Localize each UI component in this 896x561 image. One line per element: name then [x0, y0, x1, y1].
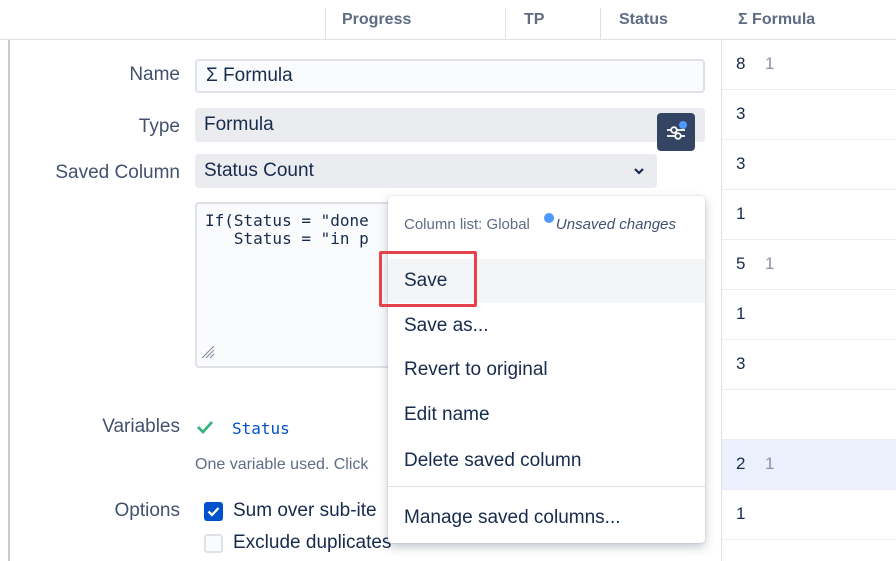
saved-column-label: Saved Column [55, 162, 180, 183]
column-divider [325, 8, 326, 40]
table-row[interactable]: 1 [722, 290, 896, 340]
table-row[interactable] [722, 390, 896, 440]
table-row[interactable]: 3 [722, 90, 896, 140]
options-label-wrap: Options [10, 500, 180, 530]
column-list-scope: Column list: Global [404, 216, 530, 233]
formula-editor[interactable]: If(Status = "done Status = "in p [195, 202, 405, 368]
cell-value: 3 [736, 354, 746, 373]
saved-column-value: Status Count [204, 160, 314, 181]
options-label: Options [114, 500, 180, 521]
checkbox-checked[interactable] [204, 502, 223, 521]
chevron-down-icon [633, 154, 645, 201]
type-select[interactable]: Formula [195, 108, 705, 142]
option-sum-label: Sum over sub-ite [233, 500, 377, 521]
column-divider [600, 8, 601, 40]
unsaved-dot-icon [543, 213, 554, 223]
checkbox-unchecked[interactable] [204, 534, 223, 553]
type-label: Type [138, 116, 180, 137]
type-label-wrap: Type [10, 116, 180, 146]
menu-item-edit-name[interactable]: Edit name [388, 393, 705, 437]
saved-column-menu: Column list: Global Unsaved changes Save … [388, 196, 705, 543]
option-exclude-label: Exclude duplicates [233, 532, 392, 553]
table-row[interactable]: 1 [722, 490, 896, 540]
cell-subvalue: 1 [765, 454, 775, 473]
menu-divider [388, 486, 705, 487]
column-divider [505, 8, 506, 40]
variables-label-wrap: Variables [10, 416, 180, 446]
table-row[interactable]: 81 [722, 40, 896, 90]
unsaved-changes-text: Unsaved changes [555, 216, 676, 233]
menu-item-delete[interactable]: Delete saved column [388, 439, 705, 483]
variable-link-status[interactable]: Status [232, 419, 290, 438]
variables-label: Variables [102, 416, 180, 437]
column-header-progress[interactable]: Progress [342, 0, 411, 31]
formula-column: 81 3 3 1 51 1 3 21 1 [721, 40, 896, 561]
type-value: Formula [204, 114, 274, 135]
name-input[interactable]: Σ Formula [195, 59, 705, 93]
saved-column-select[interactable]: Status Count [195, 154, 657, 188]
saved-column-settings-button[interactable] [657, 113, 695, 151]
table-row[interactable]: 3 [722, 340, 896, 390]
table-row[interactable]: 51 [722, 240, 896, 290]
column-header-status[interactable]: Status [619, 0, 668, 31]
cell-value: 1 [736, 204, 746, 223]
resize-handle-icon[interactable] [200, 344, 216, 365]
column-header-tp[interactable]: TP [524, 0, 544, 31]
cell-value: 3 [736, 104, 746, 123]
check-icon [195, 417, 215, 443]
cell-value: 2 [736, 454, 746, 473]
cell-value: 1 [736, 504, 746, 523]
cell-value: 3 [736, 154, 746, 173]
menu-item-revert[interactable]: Revert to original [388, 348, 705, 392]
name-label: Name [129, 64, 180, 85]
table-row[interactable]: 1 [722, 190, 896, 240]
cell-subvalue: 1 [765, 54, 775, 73]
cell-value: 8 [736, 54, 746, 73]
cell-subvalue: 1 [765, 254, 775, 273]
table-row-selected[interactable]: 21 [722, 440, 896, 490]
column-header-formula[interactable]: Σ Formula [738, 0, 815, 31]
saved-column-label-wrap: Saved Column [10, 162, 180, 192]
variables-help-text: One variable used. Click [195, 456, 369, 473]
menu-item-manage[interactable]: Manage saved columns... [388, 496, 705, 540]
highlight-box [379, 251, 477, 307]
sliders-icon [667, 121, 687, 140]
name-label-wrap: Name [10, 64, 180, 94]
grid-header: Progress TP Status Σ Formula [0, 0, 896, 40]
menu-header: Column list: Global Unsaved changes [404, 213, 676, 233]
cell-value: 1 [736, 304, 746, 323]
table-row[interactable]: 3 [722, 140, 896, 190]
menu-item-save-as[interactable]: Save as... [388, 304, 705, 348]
cell-value: 5 [736, 254, 746, 273]
